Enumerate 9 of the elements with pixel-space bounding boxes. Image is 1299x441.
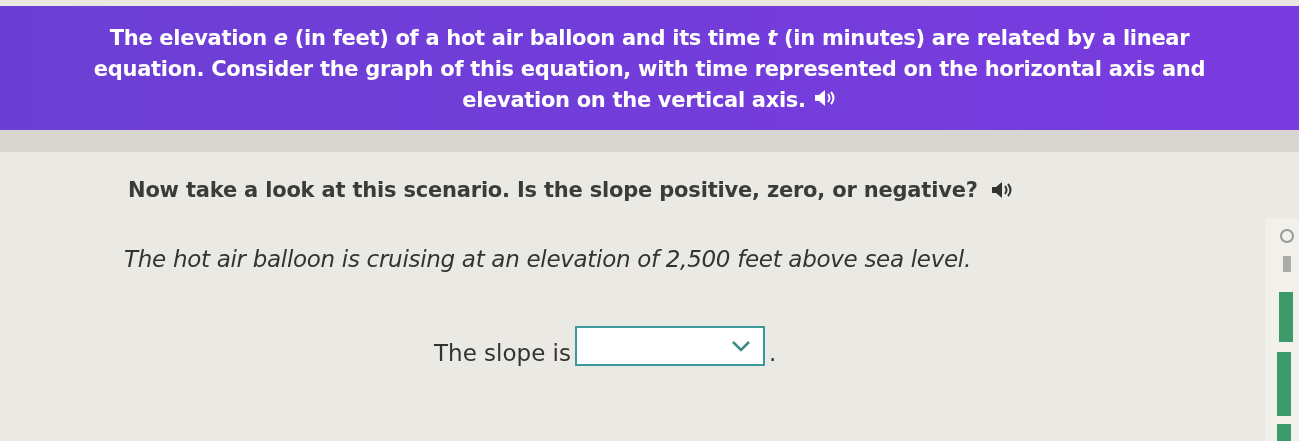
answer-prompt: The slope is	[434, 340, 571, 366]
question-text: Now take a look at this scenario. Is the slope positive, zero, or negative?	[128, 178, 978, 202]
instructions-text: The elevation e (in feet) of a hot air balloon and its time t (in minutes) are related by a linear equation. Consider the graph of this equation, with time represented on the horizontal axis and elevation on the vertical axis.	[92, 24, 1207, 114]
scenario-text: The hot air balloon is cruising at an elevation of 2,500 feet above sea level.	[124, 246, 972, 272]
speaker-icon[interactable]	[812, 88, 837, 107]
chevron-down-icon	[730, 340, 751, 352]
answer-period: .	[768, 340, 777, 366]
speaker-icon[interactable]	[989, 181, 1014, 199]
slope-dropdown[interactable]	[574, 326, 765, 366]
